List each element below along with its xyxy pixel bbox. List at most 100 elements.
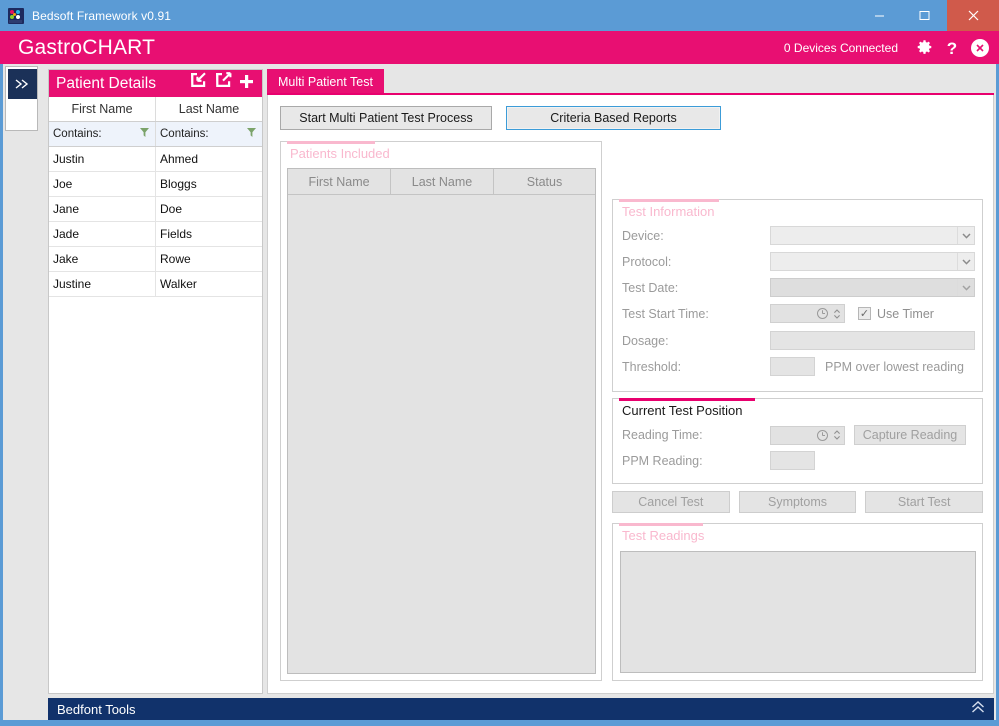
cell-last-name: Doe (160, 202, 183, 216)
column-header-first-name: First Name (288, 169, 391, 194)
test-readings-list[interactable] (620, 551, 976, 673)
funnel-icon[interactable] (140, 128, 149, 140)
criteria-based-reports-button[interactable]: Criteria Based Reports (506, 106, 721, 130)
devices-connected-status: 0 Devices Connected (783, 40, 898, 55)
patients-included-grid[interactable]: First Name Last Name Status (287, 168, 596, 674)
protocol-row: Protocol: (622, 252, 975, 271)
application-window: Bedsoft Framework v0.91 GastroCHART 0 De… (0, 0, 999, 726)
start-test-button[interactable]: Start Test (865, 491, 984, 513)
filter-last-name[interactable]: Contains: (156, 122, 262, 146)
patient-filter-row: Contains: Contains: (49, 122, 262, 147)
patient-details-actions (189, 72, 254, 95)
clock-icon[interactable] (816, 307, 829, 320)
test-date-row: Test Date: (622, 278, 975, 297)
reading-time-label: Reading Time: (622, 428, 703, 442)
double-chevron-up-icon[interactable] (970, 700, 986, 719)
dosage-row: Dosage: (622, 331, 975, 350)
table-row[interactable]: Jake Rowe (49, 247, 262, 272)
chevron-down-icon[interactable] (957, 279, 974, 296)
reading-time-field[interactable] (770, 425, 845, 445)
test-readings-title: Test Readings (622, 528, 705, 543)
use-timer-checkbox[interactable]: ✓ (858, 307, 871, 320)
threshold-row: Threshold: PPM over lowest reading (622, 357, 975, 376)
up-down-spinner-icon[interactable] (831, 429, 842, 441)
start-multi-patient-test-process-button[interactable]: Start Multi Patient Test Process (280, 106, 492, 130)
table-row[interactable]: Justin Ahmed (49, 147, 262, 172)
column-header-last-name: Last Name (391, 169, 494, 194)
current-test-position-title: Current Test Position (622, 403, 743, 418)
cell-last-name: Rowe (160, 252, 191, 266)
table-row[interactable]: Justine Walker (49, 272, 262, 297)
patient-grid-header: First Name Last Name (49, 97, 262, 122)
symptoms-button[interactable]: Symptoms (738, 491, 857, 513)
minimize-icon[interactable] (857, 0, 902, 31)
table-row[interactable]: Joe Bloggs (49, 172, 262, 197)
cell-last-name: Walker (160, 277, 197, 291)
import-icon[interactable] (189, 72, 208, 95)
patients-included-group: Patients Included First Name Last Name S… (280, 141, 602, 681)
test-information-group: Test Information Device: Protocol: Test … (612, 199, 983, 392)
bedsoft-logo-icon (8, 7, 24, 24)
test-date-combobox[interactable] (770, 278, 975, 297)
cell-first-name: Jake (49, 247, 156, 271)
tab-content: Start Multi Patient Test Process Criteri… (267, 95, 994, 694)
filter-last-name-label: Contains: (160, 128, 209, 140)
filter-first-name[interactable]: Contains: (49, 122, 156, 146)
window-title: Bedsoft Framework v0.91 (32, 8, 172, 23)
close-circle-icon[interactable] (971, 38, 989, 57)
app-brand: GastroCHART (18, 35, 156, 59)
capture-reading-button[interactable]: Capture Reading (854, 425, 966, 445)
cell-last-name: Bloggs (160, 177, 197, 191)
use-timer-label: Use Timer (877, 306, 934, 321)
cell-first-name: Joe (49, 172, 156, 196)
column-header-last-name[interactable]: Last Name (156, 97, 262, 121)
patients-included-title: Patients Included (290, 146, 390, 161)
maximize-icon[interactable] (902, 0, 947, 31)
main-panel: Multi Patient Test Start Multi Patient T… (267, 69, 994, 694)
checkbox-checkmark: ✓ (859, 308, 870, 320)
test-information-title: Test Information (622, 204, 715, 219)
patient-details-header: Patient Details (49, 70, 262, 97)
clock-icon[interactable] (816, 429, 829, 442)
up-down-spinner-icon[interactable] (831, 308, 842, 320)
column-header-first-name[interactable]: First Name (49, 97, 156, 121)
threshold-unit-label: PPM over lowest reading (825, 359, 964, 374)
app-header: GastroCHART 0 Devices Connected ? (0, 31, 999, 64)
cell-last-name: Fields (160, 227, 193, 241)
cell-last-name: Ahmed (160, 152, 199, 166)
page-title: Patient Details (56, 74, 156, 92)
gear-icon[interactable] (916, 39, 933, 56)
export-icon[interactable] (214, 72, 233, 95)
group-accent-bar (619, 398, 755, 401)
dosage-field[interactable] (770, 331, 975, 350)
cell-first-name: Jane (49, 197, 156, 221)
cancel-test-button[interactable]: Cancel Test (612, 491, 730, 513)
rail-spacer (8, 101, 37, 130)
dosage-label: Dosage: (622, 333, 669, 348)
table-row[interactable]: Jane Doe (49, 197, 262, 222)
device-combobox[interactable] (770, 226, 975, 245)
reading-time-row: Reading Time: Capture Reading (622, 425, 975, 445)
threshold-field[interactable] (770, 357, 815, 376)
cell-first-name: Jade (49, 222, 156, 246)
device-row: Device: (622, 226, 975, 245)
tab-strip: Multi Patient Test (267, 69, 994, 95)
test-start-time-field[interactable] (770, 304, 845, 323)
close-icon[interactable] (947, 0, 999, 31)
table-row[interactable]: Jade Fields (49, 222, 262, 247)
double-chevron-right-icon[interactable] (8, 69, 37, 99)
funnel-icon[interactable] (247, 128, 256, 140)
current-test-position-group: Current Test Position Reading Time: Capt… (612, 398, 983, 484)
protocol-label: Protocol: (622, 254, 672, 269)
status-bar[interactable]: Bedfont Tools (48, 698, 994, 720)
test-start-time-row: Test Start Time: ✓ Use Timer (622, 304, 975, 323)
chevron-down-icon[interactable] (957, 227, 974, 244)
tab-multi-patient-test[interactable]: Multi Patient Test (267, 69, 384, 94)
chevron-down-icon[interactable] (957, 253, 974, 270)
question-mark-icon[interactable]: ? (945, 39, 959, 57)
plus-icon[interactable] (239, 74, 254, 94)
test-start-time-label: Test Start Time: (622, 306, 709, 321)
ppm-reading-field[interactable] (770, 451, 815, 470)
title-bar: Bedsoft Framework v0.91 (0, 0, 999, 31)
protocol-combobox[interactable] (770, 252, 975, 271)
